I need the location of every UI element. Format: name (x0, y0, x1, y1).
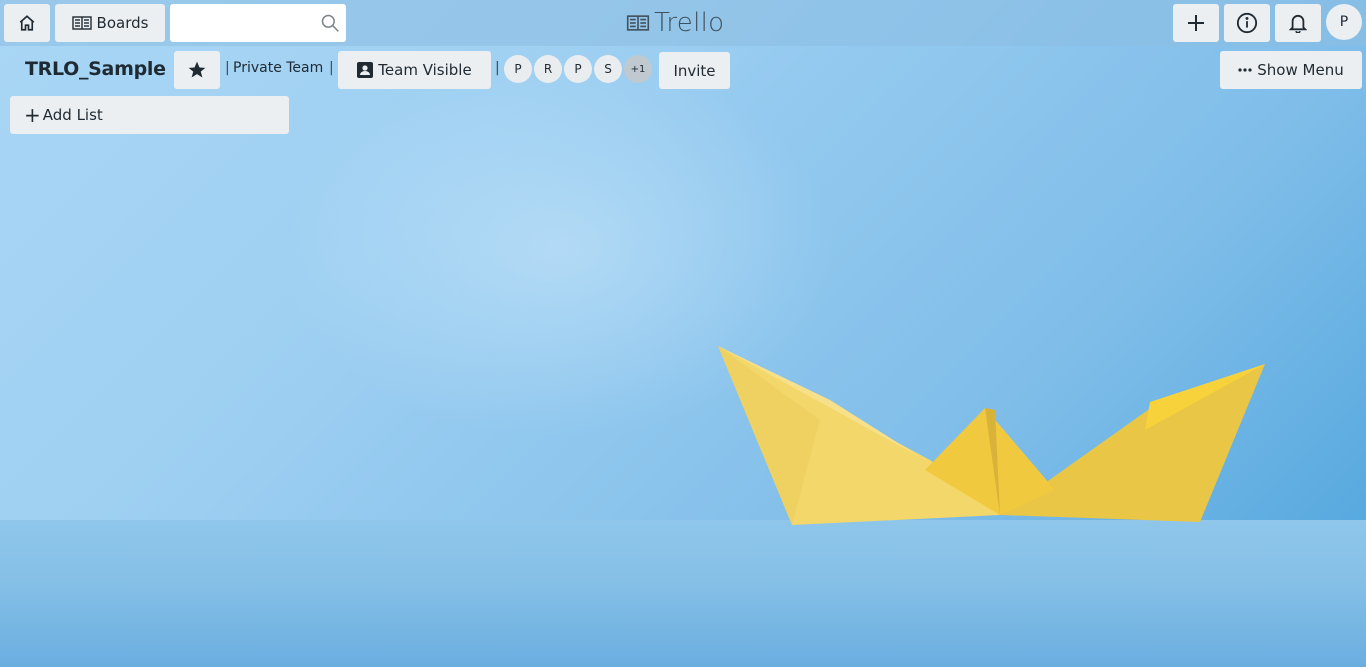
paper-boat-image (718, 346, 1265, 525)
bell-icon (1289, 14, 1307, 33)
trello-logo-icon (626, 15, 650, 31)
logo-text: Trello (654, 8, 725, 38)
top-header: Boards Trello P (0, 0, 1366, 46)
info-icon (1236, 12, 1258, 34)
search-box[interactable] (170, 4, 346, 42)
user-avatar-initial: P (1339, 14, 1349, 30)
home-icon (19, 15, 35, 31)
show-menu-button[interactable]: Show Menu (1220, 51, 1362, 89)
more-horizontal-icon (1238, 68, 1252, 72)
member-avatar[interactable]: R (534, 55, 562, 83)
notifications-button[interactable] (1275, 4, 1321, 42)
info-button[interactable] (1224, 4, 1270, 42)
visibility-button[interactable]: Team Visible (338, 51, 491, 89)
member-avatar[interactable]: P (504, 55, 532, 83)
search-icon[interactable] (320, 13, 340, 33)
add-list-button[interactable]: + Add List (10, 96, 289, 134)
member-avatar[interactable]: P (564, 55, 592, 83)
plus-icon: + (24, 103, 41, 127)
member-initial: S (604, 62, 612, 76)
board-title[interactable]: TRLO_Sample (25, 58, 166, 80)
invite-label: Invite (673, 61, 716, 80)
home-button[interactable] (4, 4, 50, 42)
add-list-label: Add List (42, 106, 103, 124)
contact-card-icon (357, 62, 374, 78)
boards-icon (71, 16, 92, 30)
search-input[interactable] (170, 4, 310, 42)
member-initial: P (574, 62, 582, 76)
boards-button[interactable]: Boards (55, 4, 165, 42)
member-initial: P (514, 62, 522, 76)
divider: | (329, 60, 334, 76)
star-button[interactable] (174, 51, 220, 89)
divider: | (495, 60, 500, 76)
team-name[interactable]: Private Team (233, 60, 323, 76)
member-initial: R (543, 62, 553, 76)
trello-logo[interactable]: Trello (626, 6, 724, 40)
show-menu-label: Show Menu (1257, 61, 1344, 79)
divider: | (225, 60, 230, 76)
star-icon (188, 61, 206, 78)
user-avatar[interactable]: P (1326, 4, 1362, 40)
more-members-badge[interactable]: +1 (624, 55, 652, 83)
member-avatar[interactable]: S (594, 55, 622, 83)
create-button[interactable] (1173, 4, 1219, 42)
visibility-label: Team Visible (378, 61, 472, 79)
invite-button[interactable]: Invite (659, 52, 730, 89)
plus-icon (1188, 15, 1204, 31)
boards-label: Boards (96, 14, 149, 32)
more-members-count: +1 (630, 63, 646, 75)
